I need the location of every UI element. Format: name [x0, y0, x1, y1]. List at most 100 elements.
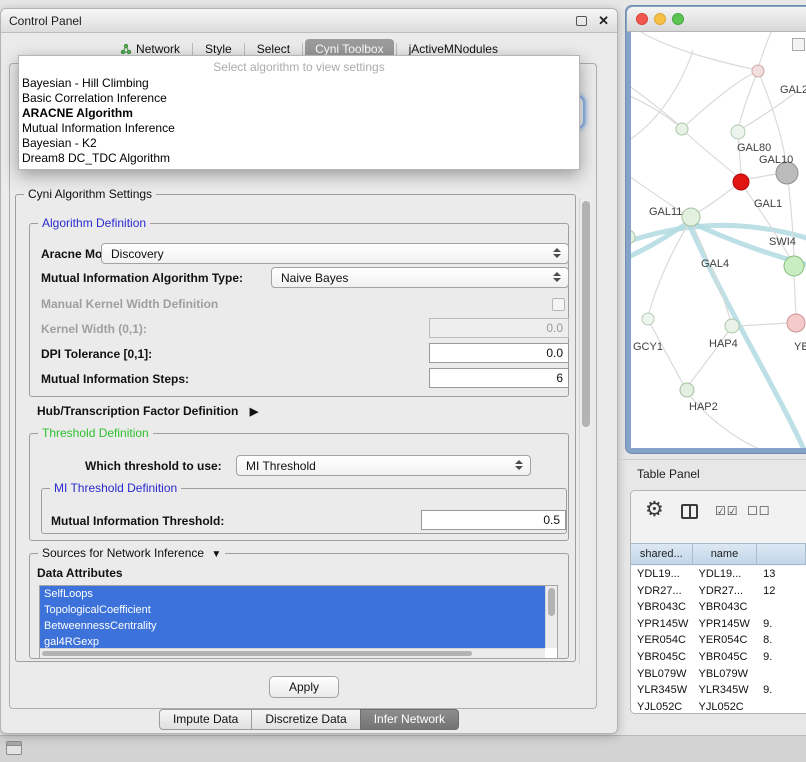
apply-button[interactable]: Apply: [269, 676, 339, 698]
combo-arrows-icon: [515, 460, 523, 470]
zoom-traffic-light-icon[interactable]: [672, 13, 684, 25]
network-node[interactable]: [680, 383, 694, 397]
algorithm-option-basic-correlation-inference[interactable]: Basic Correlation Inference: [19, 91, 579, 106]
collapsed-panel-icon-titlebar: [7, 742, 21, 746]
algorithm-option-bayesian-hill-climbing[interactable]: Bayesian - Hill Climbing: [19, 76, 579, 91]
table-cell: YBL079W: [631, 666, 693, 683]
checkbox-glyph: ☑: [727, 504, 739, 518]
aracne-mode-combobox[interactable]: Discovery: [101, 243, 569, 264]
table-row[interactable]: YDR27...YDR27...12: [631, 583, 806, 600]
scrollbar-thumb[interactable]: [582, 201, 590, 427]
network-edge[interactable]: [641, 32, 752, 69]
network-edge[interactable]: [748, 174, 777, 179]
table-row[interactable]: YDL19...YDL19...13: [631, 566, 806, 583]
network-node[interactable]: [642, 313, 654, 325]
columns-icon[interactable]: [681, 504, 698, 519]
network-edge[interactable]: [739, 71, 758, 125]
network-node[interactable]: [676, 123, 688, 135]
network-edge[interactable]: [794, 276, 796, 314]
which-threshold-value: MI Threshold: [246, 459, 316, 473]
select-all-icon[interactable]: ☑☑: [715, 504, 739, 518]
table-row[interactable]: YLR345WYLR345W9.: [631, 682, 806, 699]
table-header-row: shared...name: [631, 543, 806, 565]
tab-label: Cyni Toolbox: [315, 42, 383, 56]
network-node[interactable]: [787, 314, 805, 332]
expand-arrow-icon: ▶: [250, 406, 258, 418]
list-vertical-scrollbar[interactable]: [545, 586, 557, 648]
mi-threshold-field[interactable]: 0.5: [421, 510, 566, 530]
bottom-tab-impute-data[interactable]: Impute Data: [159, 709, 252, 730]
collapsed-panel-icon[interactable]: [6, 741, 22, 755]
table-row[interactable]: YBL079WYBL079W: [631, 666, 806, 683]
which-threshold-combobox[interactable]: MI Threshold: [236, 455, 531, 476]
network-edge[interactable]: [687, 74, 752, 124]
mi-steps-field[interactable]: 6: [429, 368, 569, 388]
attribute-list-item[interactable]: TopologicalCoefficient: [40, 602, 545, 618]
close-icon[interactable]: ✕: [598, 13, 609, 29]
float-window-icon[interactable]: [576, 16, 587, 26]
network-node[interactable]: [733, 174, 749, 190]
manual-kernel-checkbox[interactable]: [552, 298, 565, 311]
network-edge[interactable]: [631, 222, 689, 260]
deselect-all-icon[interactable]: ☐☐: [747, 504, 771, 518]
attribute-list-item[interactable]: SelfLoops: [40, 586, 545, 602]
algorithm-definition-title: Algorithm Definition: [38, 216, 150, 230]
table-row[interactable]: YPR145WYPR145W9.: [631, 616, 806, 633]
dpi-tolerance-field[interactable]: 0.0: [429, 343, 569, 363]
bottom-tab-discretize-data[interactable]: Discretize Data: [251, 709, 360, 730]
algorithm-option-mutual-information-inference[interactable]: Mutual Information Inference: [19, 121, 579, 136]
close-traffic-light-icon[interactable]: [636, 13, 648, 25]
gear-icon[interactable]: ⚙: [645, 499, 664, 520]
table-cell: 9.: [757, 682, 806, 699]
bottom-tab-bar: Impute DataDiscretize DataInfer Network: [1, 709, 617, 730]
network-edge[interactable]: [698, 187, 734, 212]
network-node[interactable]: [725, 319, 739, 333]
table-header-cell[interactable]: [757, 544, 806, 564]
settings-scrollbar[interactable]: [579, 198, 592, 664]
node-label: SWI4: [769, 236, 796, 248]
network-edge[interactable]: [631, 84, 679, 125]
attribute-list-item[interactable]: BetweennessCentrality: [40, 618, 545, 634]
sources-group-title[interactable]: Sources for Network Inference ▼: [38, 546, 225, 560]
bottom-tab-infer-network[interactable]: Infer Network: [360, 709, 459, 730]
node-label: GAL2: [780, 84, 806, 96]
table-cell: YER054C: [693, 632, 758, 649]
table-row[interactable]: YBR045CYBR045C9.: [631, 649, 806, 666]
table-header-cell[interactable]: name: [693, 544, 758, 564]
network-edge[interactable]: [759, 32, 771, 65]
kernel-width-label: Kernel Width (0,1):: [41, 322, 147, 336]
network-node[interactable]: [731, 125, 745, 139]
network-canvas[interactable]: GAL2GAL80GAL10GAL11GAL1SWI4GAL4GCY1HAP4H…: [631, 32, 806, 448]
algorithm-option-aracne-algorithm[interactable]: ARACNE Algorithm: [19, 106, 579, 121]
table-row[interactable]: YER054CYER054C8.: [631, 632, 806, 649]
network-edge[interactable]: [651, 325, 683, 384]
algorithm-option-dream8-dc-tdc-algorithm[interactable]: Dream8 DC_TDC Algorithm: [19, 151, 579, 166]
table-cell: [757, 666, 806, 683]
scrollbar-thumb[interactable]: [42, 651, 472, 656]
hub-definition-toggle[interactable]: Hub/Transcription Factor Definition ▶: [37, 404, 258, 418]
network-node[interactable]: [784, 256, 804, 276]
minimize-traffic-light-icon[interactable]: [654, 13, 666, 25]
table-row[interactable]: YJL052CYJL052C: [631, 699, 806, 714]
network-node[interactable]: [682, 208, 700, 226]
network-scroll-corner[interactable]: [792, 38, 805, 51]
kernel-width-field[interactable]: 0.0: [429, 318, 569, 338]
mi-type-combobox[interactable]: Naive Bayes: [271, 267, 569, 288]
tab-separator: [396, 43, 397, 56]
table-cell: 9.: [757, 649, 806, 666]
network-window-titlebar[interactable]: [627, 7, 806, 32]
network-node[interactable]: [752, 65, 764, 77]
list-horizontal-scrollbar[interactable]: [40, 648, 545, 658]
table-row[interactable]: YBR043CYBR043C: [631, 599, 806, 616]
node-label: YB: [794, 341, 806, 353]
scrollbar-thumb[interactable]: [548, 588, 555, 616]
network-edge[interactable]: [649, 225, 688, 313]
control-panel-titlebar[interactable]: Control Panel ✕: [1, 9, 617, 33]
network-edge[interactable]: [739, 323, 787, 326]
network-edge[interactable]: [682, 129, 737, 176]
aracne-mode-value: Discovery: [111, 247, 164, 261]
algorithm-option-bayesian-k2[interactable]: Bayesian - K2: [19, 136, 579, 151]
table-cell: 9.: [757, 616, 806, 633]
attribute-list-item[interactable]: gal4RGexp: [40, 634, 545, 648]
table-header-cell[interactable]: shared...: [631, 544, 693, 564]
